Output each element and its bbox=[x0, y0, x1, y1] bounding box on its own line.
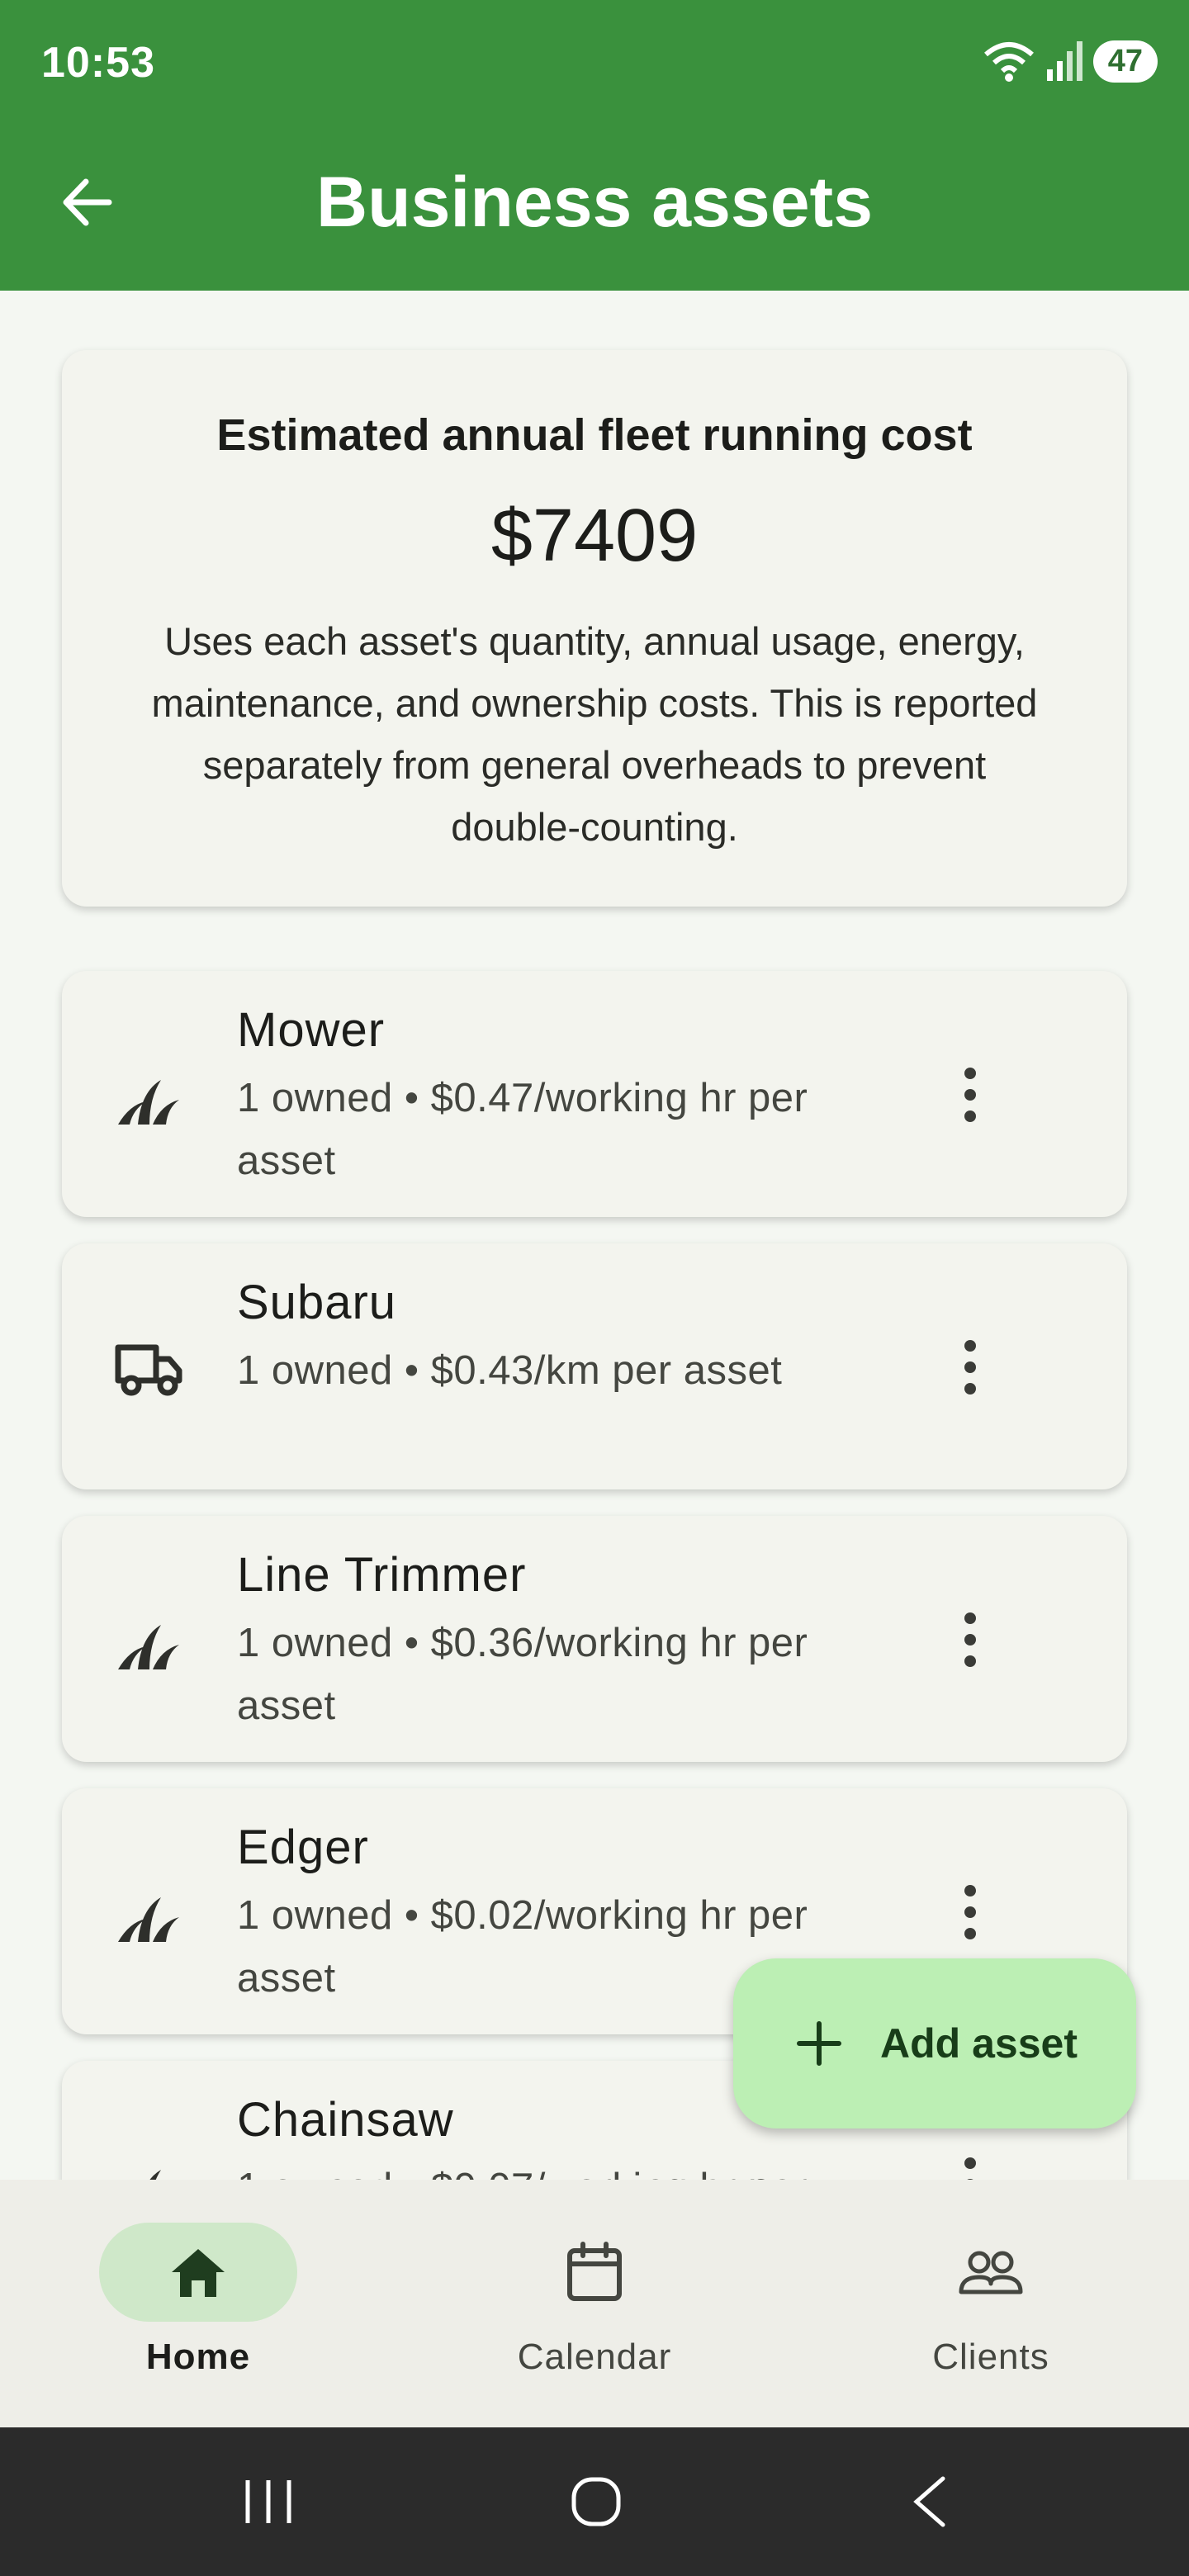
asset-name: Mower bbox=[237, 1003, 386, 1057]
fleet-cost-summary-card: Estimated annual fleet running cost $740… bbox=[62, 350, 1127, 907]
asset-more-button[interactable] bbox=[945, 1590, 995, 1689]
system-navigation-bar bbox=[0, 2427, 1189, 2576]
asset-name: Chainsaw bbox=[237, 2093, 454, 2147]
nav-label-calendar: Calendar bbox=[517, 2337, 672, 2377]
status-icons: 47 bbox=[983, 40, 1158, 83]
people-icon bbox=[959, 2251, 1023, 2294]
nav-item-calendar[interactable]: Calendar bbox=[396, 2180, 793, 2427]
truck-icon bbox=[115, 1344, 182, 1396]
recent-apps-icon[interactable] bbox=[239, 2477, 297, 2526]
signal-icon bbox=[1046, 41, 1082, 81]
summary-title: Estimated annual fleet running cost bbox=[216, 410, 973, 460]
asset-more-button[interactable] bbox=[945, 1863, 995, 1962]
home-icon bbox=[172, 2249, 225, 2297]
calendar-icon bbox=[567, 2242, 622, 2301]
battery-indicator: 47 bbox=[1092, 40, 1158, 83]
grass-icon bbox=[118, 1080, 179, 1125]
system-back-icon[interactable] bbox=[908, 2475, 950, 2528]
home-circle-icon[interactable] bbox=[570, 2475, 623, 2528]
asset-name: Line Trimmer bbox=[237, 1548, 527, 1602]
asset-more-button[interactable] bbox=[945, 1318, 995, 1417]
status-time: 10:53 bbox=[41, 39, 155, 87]
nav-label-clients: Clients bbox=[932, 2337, 1049, 2377]
asset-details: 1 owned • $0.43/km per asset bbox=[237, 1348, 783, 1393]
nav-label-home: Home bbox=[145, 2337, 251, 2377]
asset-card-subaru[interactable]: Subaru 1 owned • $0.43/km per asset bbox=[62, 1243, 1127, 1489]
asset-details: 1 owned • $0.47/working hr per asset bbox=[237, 1076, 808, 1183]
page-title: Business assets bbox=[315, 163, 874, 242]
add-asset-label: Add asset bbox=[880, 2020, 1078, 2067]
asset-name: Subaru bbox=[237, 1276, 397, 1329]
asset-details: 1 owned • $0.36/working hr per asset bbox=[237, 1621, 808, 1728]
asset-card-mower[interactable]: Mower 1 owned • $0.47/working hr per ass… bbox=[62, 971, 1127, 1217]
plus-icon bbox=[797, 2021, 841, 2066]
grass-icon bbox=[118, 1625, 179, 1669]
nav-item-clients[interactable]: Clients bbox=[793, 2180, 1189, 2427]
add-asset-button[interactable]: Add asset bbox=[733, 1958, 1136, 2129]
summary-description: Uses each asset's quantity, annual usage… bbox=[151, 619, 1038, 849]
asset-more-button[interactable] bbox=[945, 1045, 995, 1144]
wifi-icon bbox=[983, 42, 1034, 82]
grass-icon bbox=[118, 1897, 179, 1942]
nav-item-home[interactable]: Home bbox=[0, 2180, 396, 2427]
asset-name: Edger bbox=[237, 1821, 369, 1874]
bottom-navigation: Home Calendar Clients bbox=[0, 2180, 1189, 2427]
asset-card-line-trimmer[interactable]: Line Trimmer 1 owned • $0.36/working hr … bbox=[62, 1516, 1127, 1762]
summary-value: $7409 bbox=[490, 495, 699, 577]
